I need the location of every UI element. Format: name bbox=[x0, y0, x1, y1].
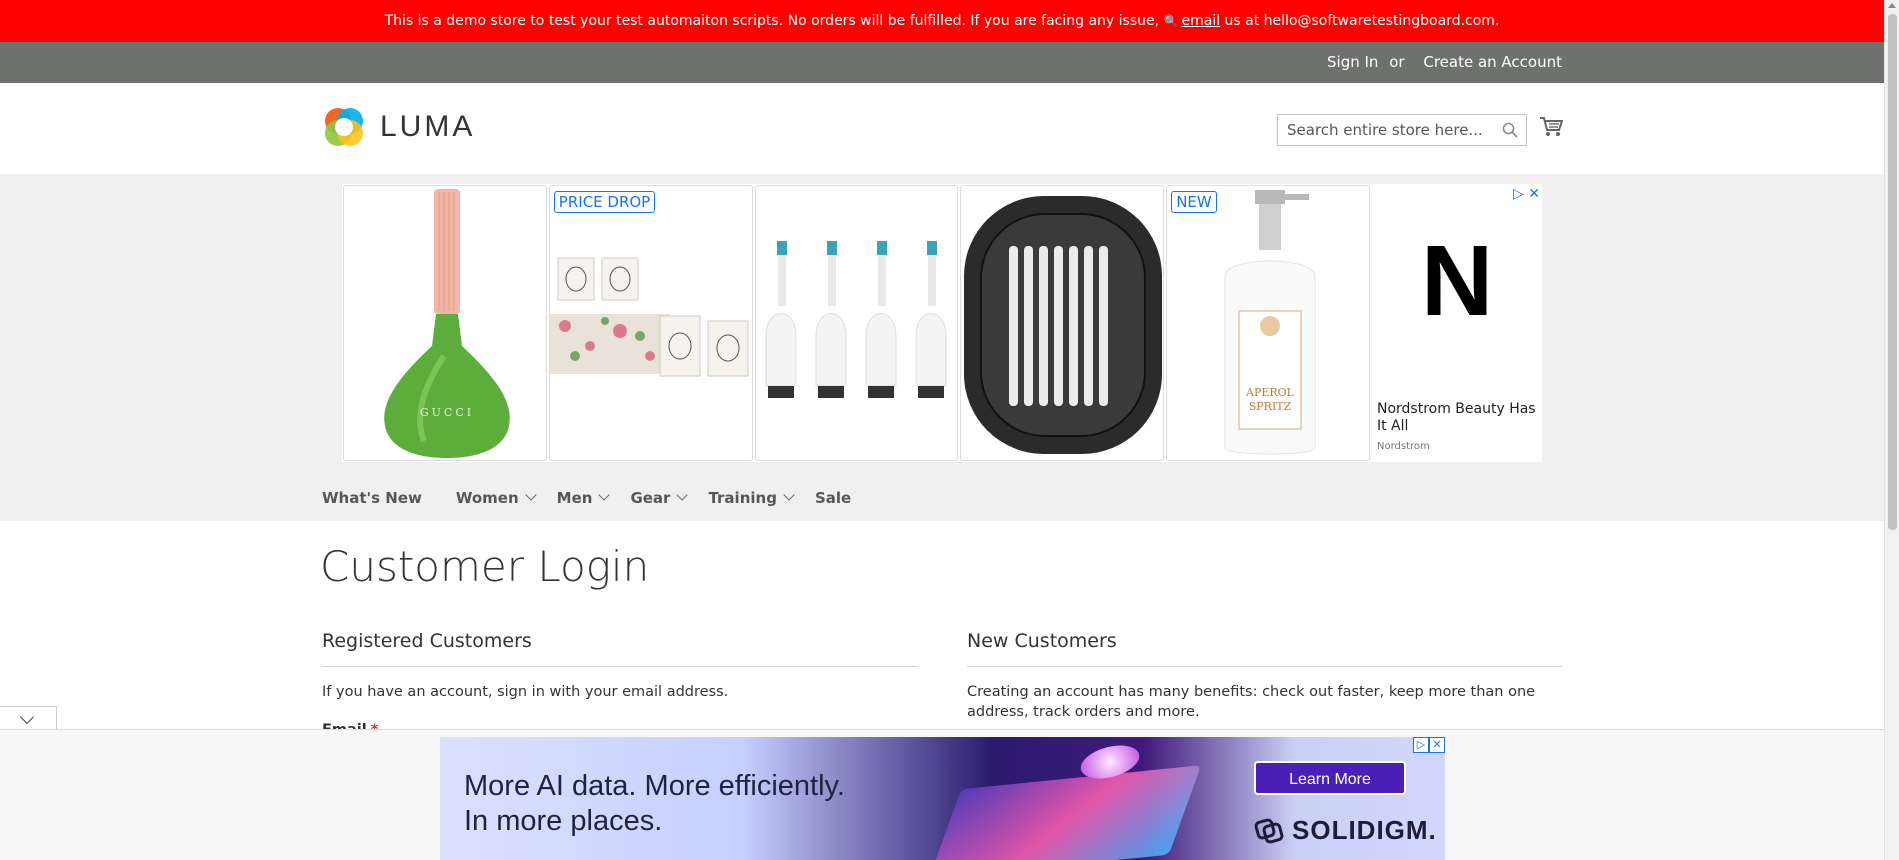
ad-graphic bbox=[928, 765, 1202, 860]
nav-label: Men bbox=[556, 489, 593, 507]
nav-item-gear[interactable]: Gear bbox=[630, 489, 689, 507]
ad-product-toothbrush[interactable] bbox=[754, 185, 959, 461]
main-navigation: What's New Women Men Gear Training Sale bbox=[322, 489, 851, 507]
top-ad-banner[interactable]: GUCCI PRICE DROP APEROL SPRITZ NEW ▷ ✕ N… bbox=[342, 184, 1542, 462]
learn-more-button[interactable]: Learn More bbox=[1254, 761, 1406, 795]
ad-collapse-toggle[interactable] bbox=[0, 706, 57, 730]
svg-text:APEROL: APEROL bbox=[1245, 386, 1295, 399]
chevron-down-icon bbox=[524, 489, 537, 501]
ad-headline[interactable]: Nordstrom Beauty Has It All bbox=[1377, 401, 1542, 435]
nav-label: Training bbox=[708, 489, 777, 507]
chevron-down-icon bbox=[598, 489, 611, 501]
bottom-ad-headline: More AI data. More efficiently. In more … bbox=[464, 769, 845, 839]
chevron-down-icon bbox=[783, 489, 795, 501]
demo-notice-text: This is a demo store to test your test a… bbox=[384, 13, 1160, 29]
create-account-link[interactable]: Create an Account bbox=[1423, 53, 1562, 71]
toothbrush-heads-image bbox=[765, 241, 947, 398]
ad-advertiser-name: Nordstrom bbox=[1376, 441, 1430, 452]
price-drop-badge: PRICE DROP bbox=[553, 191, 656, 213]
search-box bbox=[1277, 114, 1527, 146]
search-input[interactable] bbox=[1278, 115, 1488, 145]
or-separator: or bbox=[1389, 53, 1405, 71]
ad-info-icon[interactable]: ▷ bbox=[1413, 737, 1429, 753]
ad-product-diffuser[interactable] bbox=[960, 185, 1165, 461]
close-icon[interactable]: ✕ bbox=[1429, 737, 1445, 753]
divider bbox=[967, 666, 1562, 667]
ad-choices-icon[interactable]: ▷ ✕ bbox=[1513, 186, 1540, 202]
ad-product-nail-polish[interactable]: GUCCI bbox=[343, 185, 547, 461]
new-customers-title: New Customers bbox=[967, 630, 1117, 652]
search-icon[interactable] bbox=[1502, 122, 1518, 138]
solidigm-logo-icon bbox=[1254, 818, 1284, 844]
nav-label: Women bbox=[455, 489, 519, 507]
chevron-down-icon bbox=[676, 489, 689, 501]
nav-item-training[interactable]: Training bbox=[708, 489, 795, 507]
luma-logo-icon bbox=[325, 108, 363, 146]
lotion-bottle-image: APEROL SPRITZ bbox=[1224, 190, 1316, 455]
ad-choices[interactable]: ▷ ✕ bbox=[1413, 737, 1445, 753]
demo-notice-text-after: us at hello@softwaretestingboard.com. bbox=[1224, 13, 1500, 29]
bottom-ad-bar: More AI data. More efficiently. In more … bbox=[0, 729, 1884, 860]
page-title: Customer Login bbox=[320, 542, 650, 591]
nav-label: What's New bbox=[322, 489, 422, 507]
registered-customers-title: Registered Customers bbox=[322, 630, 532, 652]
registered-intro-text: If you have an account, sign in with you… bbox=[322, 684, 729, 700]
nav-item-men[interactable]: Men bbox=[556, 489, 611, 507]
ad-product-candles[interactable]: PRICE DROP bbox=[548, 185, 753, 461]
diffuser-case-image bbox=[964, 196, 1163, 454]
cart-icon[interactable] bbox=[1539, 116, 1563, 138]
nav-item-sale[interactable]: Sale bbox=[815, 489, 851, 507]
nail-polish-image: GUCCI bbox=[384, 189, 510, 458]
magnifier-icon: 🔍 bbox=[1163, 14, 1179, 28]
new-customers-intro-text: Creating an account has many benefits: c… bbox=[967, 684, 1536, 720]
bottom-ad-brand: SOLIDIGM. bbox=[1292, 815, 1437, 845]
ad-product-lotion[interactable]: APEROL SPRITZ NEW bbox=[1166, 185, 1370, 461]
candle-set-image bbox=[549, 257, 749, 377]
nordstrom-logo: N bbox=[1420, 225, 1494, 337]
sign-in-link[interactable]: Sign In bbox=[1327, 53, 1378, 71]
demo-notice-bar: This is a demo store to test your test a… bbox=[0, 0, 1884, 42]
nav-label: Sale bbox=[814, 489, 852, 507]
new-badge: NEW bbox=[1171, 191, 1217, 213]
panel-header: Sign In or Create an Account bbox=[0, 42, 1884, 83]
svg-text:SPRITZ: SPRITZ bbox=[1249, 400, 1292, 413]
bottom-ad-banner[interactable]: More AI data. More efficiently. In more … bbox=[440, 737, 1445, 860]
nav-section: GUCCI PRICE DROP APEROL SPRITZ NEW ▷ ✕ N… bbox=[0, 174, 1884, 521]
email-link[interactable]: email bbox=[1181, 13, 1220, 29]
divider bbox=[322, 666, 917, 667]
bottom-ad-headline-line2: In more places. bbox=[464, 805, 663, 837]
ad-advertiser-panel[interactable]: ▷ ✕ N Nordstrom Beauty Has It All Nordst… bbox=[1371, 184, 1542, 462]
nav-item-whats-new[interactable]: What's New bbox=[322, 489, 422, 507]
nav-item-women[interactable]: Women bbox=[455, 489, 537, 507]
scrollbar-thumb[interactable] bbox=[1888, 14, 1897, 530]
scroll-up-arrow-icon[interactable] bbox=[1888, 3, 1896, 8]
page-scrollbar[interactable] bbox=[1884, 0, 1899, 860]
store-logo[interactable]: LUMA bbox=[322, 105, 475, 149]
header-links: Sign In or Create an Account bbox=[1319, 42, 1562, 83]
site-header: LUMA bbox=[0, 83, 1884, 174]
bottom-ad-headline-line1: More AI data. More efficiently. bbox=[464, 770, 845, 802]
svg-text:GUCCI: GUCCI bbox=[420, 406, 474, 419]
nav-label: Gear bbox=[630, 489, 671, 507]
logo-text: LUMA bbox=[380, 110, 476, 143]
chevron-down-icon bbox=[19, 709, 35, 725]
